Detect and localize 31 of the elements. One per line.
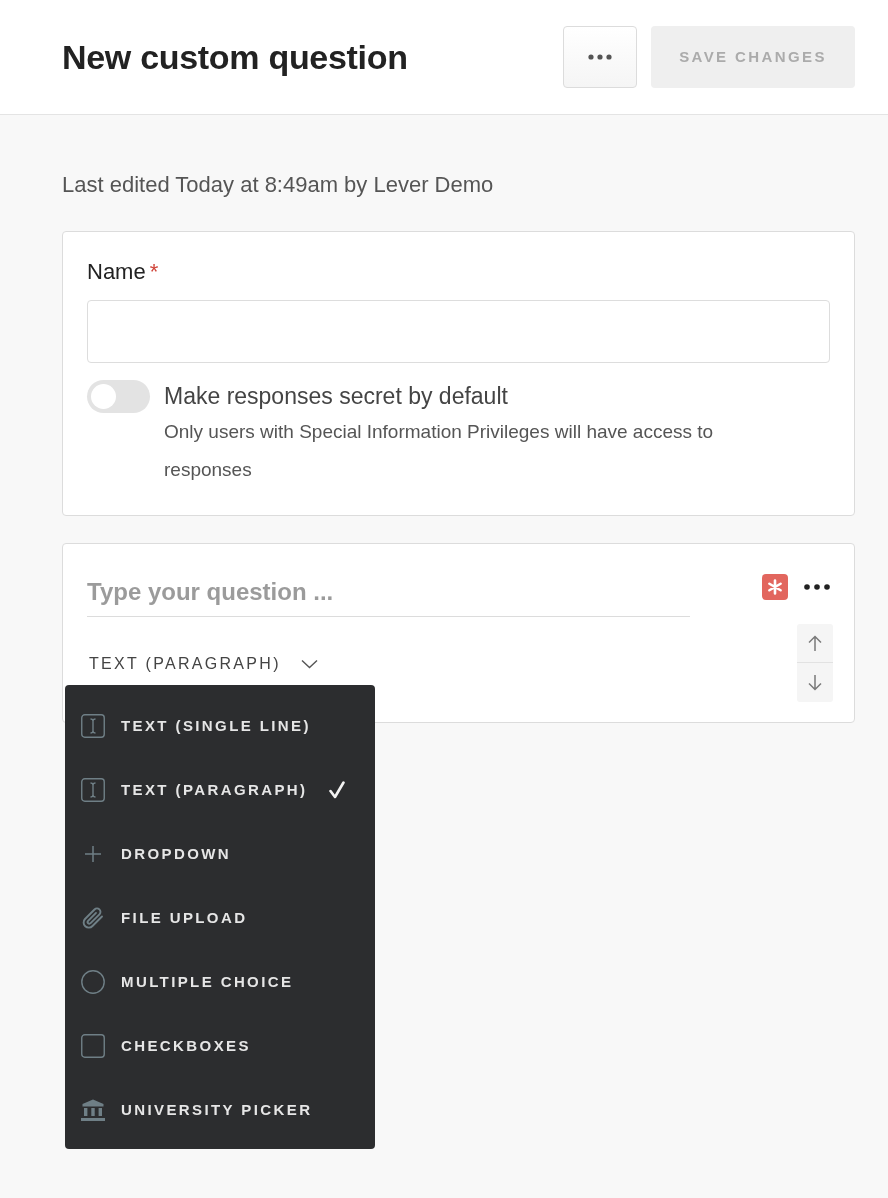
menu-item[interactable]: TEXT (PARAGRAPH) (65, 758, 375, 822)
text-cursor-icon (81, 778, 105, 802)
secret-help-text: Only users with Special Information Privileges will have access to responses (164, 420, 715, 482)
building-icon (81, 1098, 105, 1122)
chevron-down-icon (300, 659, 318, 669)
question-type-dropdown[interactable]: TEXT (PARAGRAPH) (87, 649, 318, 679)
name-label: Name (87, 259, 146, 284)
move-down-button[interactable] (797, 663, 833, 702)
menu-item[interactable]: MULTIPLE CHOICE (65, 950, 375, 1014)
page-title: New custom question (62, 36, 408, 78)
name-input-field[interactable] (87, 300, 830, 363)
menu-item[interactable]: TEXT (SINGLE LINE) (65, 694, 375, 758)
secret-toggle-switch[interactable] (87, 380, 150, 413)
secret-toggle-label: Make responses secret by default (164, 382, 509, 411)
menu-item[interactable]: DROPDOWN (65, 822, 375, 886)
move-up-button[interactable] (797, 624, 833, 663)
more-icon[interactable] (804, 584, 830, 590)
last-edited-text: Last edited Today at 8:49am by Lever Demo (62, 171, 495, 199)
text-cursor-icon (81, 714, 105, 738)
paperclip-icon (81, 906, 105, 930)
required-asterisk-icon[interactable] (762, 574, 788, 600)
menu-item[interactable]: FILE UPLOAD (65, 886, 375, 950)
menu-item[interactable]: CHECKBOXES (65, 1014, 375, 1078)
arrow-up-icon (808, 634, 822, 652)
circle-icon (81, 970, 105, 994)
arrow-down-icon (808, 674, 822, 691)
required-mark: * (149, 259, 159, 284)
more-icon (588, 54, 612, 60)
square-icon (81, 1034, 105, 1058)
menu-item[interactable]: UNIVERSITY PICKER (65, 1078, 375, 1142)
more-options-button[interactable] (563, 26, 637, 88)
